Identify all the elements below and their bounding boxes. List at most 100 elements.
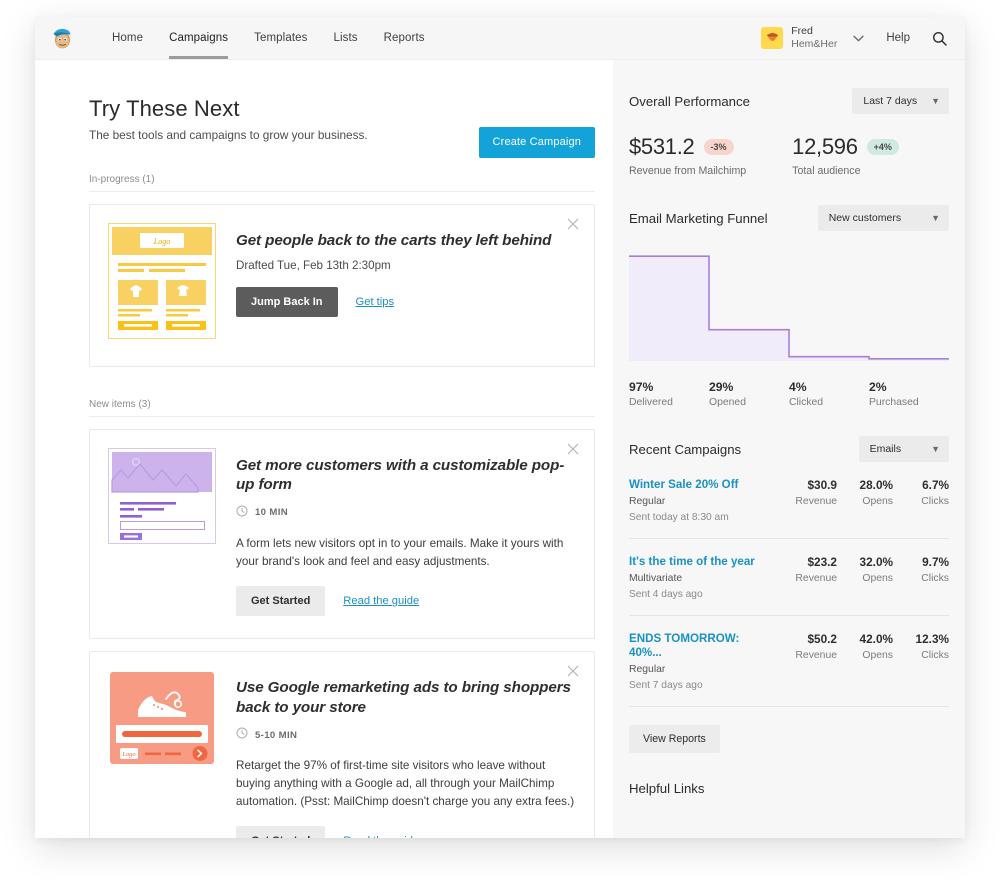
metric-value: $50.2 bbox=[807, 631, 837, 646]
status-badge: +4% bbox=[866, 139, 899, 155]
metric-label: Clicks bbox=[921, 496, 949, 507]
nav-item-label: Templates bbox=[254, 32, 308, 44]
clock-icon bbox=[236, 726, 248, 744]
card-google-remarketing[interactable]: Logo Use Google remarketing ads to bring… bbox=[89, 651, 595, 838]
campaign-metric-revenue: $50.2 Revenue bbox=[789, 632, 837, 661]
stat-label: Total audience bbox=[792, 165, 861, 177]
create-campaign-button[interactable]: Create Campaign bbox=[478, 127, 595, 158]
card-actions: Get Started Read the guide bbox=[236, 586, 576, 617]
get-tips-link[interactable]: Get tips bbox=[356, 296, 395, 308]
stat-value: $531.2 bbox=[629, 134, 695, 159]
campaign-row[interactable]: Winter Sale 20% Off Regular Sent today a… bbox=[629, 462, 949, 539]
close-icon[interactable] bbox=[564, 440, 582, 458]
funnel-audience-selector[interactable]: New customers ▼ bbox=[817, 205, 949, 231]
card-duration: 10 MIN bbox=[236, 504, 576, 522]
nav-item-campaigns[interactable]: Campaigns bbox=[156, 17, 241, 59]
svg-text:Logo: Logo bbox=[153, 237, 170, 246]
card-body: Get more customers with a customizable p… bbox=[236, 448, 576, 617]
card-actions: Get Started Read the guide bbox=[236, 826, 576, 838]
nav-item-label: Lists bbox=[333, 32, 358, 44]
account-info[interactable]: Fred Hem&Her bbox=[791, 25, 837, 51]
mailchimp-freddie-icon[interactable] bbox=[49, 25, 75, 51]
stat-audience: 12,596 +4% Total audience bbox=[792, 134, 899, 177]
campaign-metric-opens: 32.0% Opens bbox=[845, 555, 893, 584]
metric-label: Revenue bbox=[795, 496, 837, 507]
performance-stats: $531.2 -3% Revenue from Mailchimp 12,596… bbox=[629, 134, 949, 177]
stat-label: Revenue from Mailchimp bbox=[629, 165, 747, 177]
campaign-type: Regular bbox=[629, 495, 666, 507]
close-icon[interactable] bbox=[564, 662, 582, 680]
campaign-name-link[interactable]: Winter Sale 20% Off bbox=[629, 478, 775, 492]
card-title: Get more customers with a customizable p… bbox=[236, 457, 565, 494]
duration-label: 10 MIN bbox=[255, 507, 289, 519]
campaign-type: Regular bbox=[629, 663, 666, 675]
campaign-row[interactable]: It's the time of the year Multivariate S… bbox=[629, 539, 949, 616]
funnel-stage: 2% Purchased bbox=[869, 380, 949, 408]
campaign-row[interactable]: ENDS TOMORROW: 40%... Regular Sent 7 day… bbox=[629, 616, 949, 707]
funnel-stage: 4% Clicked bbox=[789, 380, 869, 408]
nav-item-templates[interactable]: Templates bbox=[241, 17, 320, 59]
funnel-stage: 97% Delivered bbox=[629, 380, 709, 408]
date-range-value: Last 7 days bbox=[863, 95, 918, 107]
content-area: Try These Next The best tools and campai… bbox=[35, 60, 965, 838]
read-the-guide-link[interactable]: Read the guide bbox=[343, 835, 419, 838]
campaign-name-link[interactable]: It's the time of the year bbox=[629, 555, 775, 569]
metric-label: Revenue bbox=[795, 649, 837, 661]
card-description: A form lets new visitors opt in to your … bbox=[236, 536, 564, 569]
nav-item-reports[interactable]: Reports bbox=[371, 17, 438, 59]
sidebar-column: Overall Performance Last 7 days ▼ $531.2… bbox=[613, 60, 965, 838]
metric-value: $23.2 bbox=[807, 554, 837, 569]
page-title: Try These Next bbox=[89, 96, 240, 121]
card-body: Get people back to the carts they left b… bbox=[236, 223, 576, 344]
campaign-metric-clicks: 9.7% Clicks bbox=[901, 555, 949, 584]
funnel-audience-value: New customers bbox=[828, 212, 902, 224]
abandoned-cart-email-thumbnail: Logo bbox=[108, 223, 216, 344]
get-started-button[interactable]: Get Started bbox=[236, 826, 326, 838]
card-popup-form[interactable]: Get more customers with a customizable p… bbox=[89, 429, 595, 640]
recent-campaigns-header: Recent Campaigns Emails ▼ bbox=[629, 436, 949, 462]
overall-performance-header: Overall Performance Last 7 days ▼ bbox=[629, 88, 949, 114]
campaign-metric-clicks: 6.7% Clicks bbox=[901, 478, 949, 507]
helpful-links-title: Helpful Links bbox=[629, 780, 705, 796]
funnel-stage-label: Clicked bbox=[789, 397, 824, 408]
close-icon[interactable] bbox=[564, 215, 582, 233]
acorn-avatar-icon[interactable] bbox=[761, 27, 784, 49]
campaign-type-value: Emails bbox=[869, 443, 902, 455]
card-body: Use Google remarketing ads to bring shop… bbox=[236, 670, 576, 838]
card-title: Use Google remarketing ads to bring shop… bbox=[236, 679, 571, 716]
help-link[interactable]: Help bbox=[886, 32, 910, 44]
campaign-type-selector[interactable]: Emails ▼ bbox=[858, 436, 949, 462]
funnel-stage-value: 29% bbox=[709, 380, 734, 394]
clock-icon bbox=[236, 504, 248, 522]
google-remarketing-ad-thumbnail: Logo bbox=[108, 670, 216, 838]
metric-label: Opens bbox=[862, 572, 893, 584]
read-the-guide-link[interactable]: Read the guide bbox=[343, 595, 419, 607]
metric-label: Revenue bbox=[795, 572, 837, 584]
account-org: Hem&Her bbox=[791, 38, 838, 50]
campaign-metric-clicks: 12.3% Clicks bbox=[901, 632, 949, 661]
nav-item-home[interactable]: Home bbox=[99, 17, 156, 59]
card-actions: Jump Back In Get tips bbox=[236, 287, 576, 318]
chevron-down-icon: ▼ bbox=[931, 213, 940, 223]
nav-item-label: Campaigns bbox=[169, 32, 229, 44]
section-divider bbox=[89, 416, 595, 417]
section-divider bbox=[89, 191, 595, 192]
date-range-selector[interactable]: Last 7 days ▼ bbox=[852, 88, 949, 114]
jump-back-in-button[interactable]: Jump Back In bbox=[236, 287, 338, 318]
card-abandoned-cart[interactable]: Logo Get people back to the carts they l… bbox=[89, 204, 595, 367]
view-reports-button[interactable]: View Reports bbox=[629, 724, 720, 753]
search-icon[interactable] bbox=[932, 31, 947, 46]
nav-item-lists[interactable]: Lists bbox=[320, 17, 370, 59]
metric-label: Clicks bbox=[921, 649, 949, 661]
stat-value-row: 12,596 +4% bbox=[792, 134, 899, 160]
campaign-metric-opens: 28.0% Opens bbox=[845, 478, 893, 507]
metric-value: 42.0% bbox=[859, 631, 893, 646]
chevron-down-icon[interactable] bbox=[853, 35, 865, 42]
get-started-button[interactable]: Get Started bbox=[236, 586, 326, 617]
campaign-metric-revenue: $30.9 Revenue bbox=[789, 478, 837, 507]
campaign-name-link[interactable]: ENDS TOMORROW: 40%... bbox=[629, 632, 775, 660]
campaign-metric-revenue: $23.2 Revenue bbox=[789, 555, 837, 584]
app-window: Home Campaigns Templates Lists Reports F… bbox=[35, 17, 965, 838]
help-label: Help bbox=[886, 32, 910, 44]
card-duration: 5-10 MIN bbox=[236, 726, 576, 744]
